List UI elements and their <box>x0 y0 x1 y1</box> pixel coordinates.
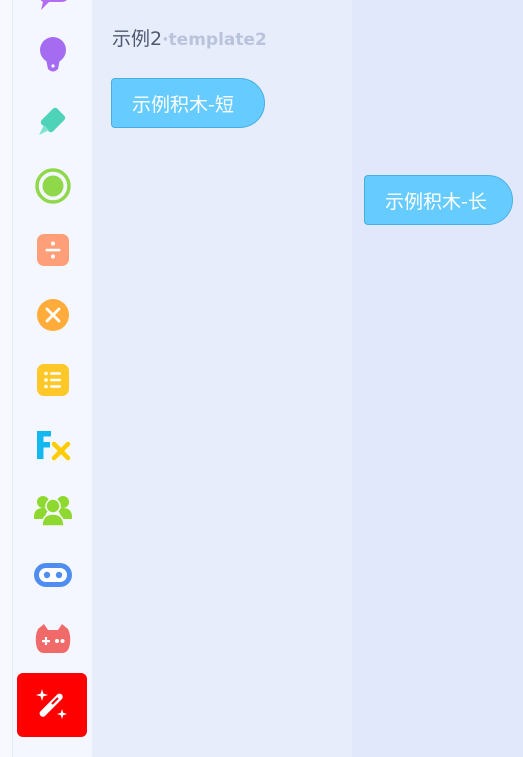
category-extensions[interactable] <box>17 673 87 737</box>
category-events[interactable] <box>13 158 92 214</box>
function-fx-icon <box>36 431 70 461</box>
category-math[interactable] <box>13 287 92 343</box>
list-icon <box>36 364 69 396</box>
times-icon <box>36 299 69 331</box>
magic-wand-icon <box>36 689 67 719</box>
chat-bubble-icon <box>40 0 67 10</box>
category-game[interactable] <box>13 611 92 667</box>
radio-target-icon <box>34 168 71 204</box>
category-robot[interactable] <box>13 547 92 603</box>
category-looks[interactable] <box>13 27 92 83</box>
category-multiplayer[interactable] <box>13 482 92 538</box>
category-functions[interactable] <box>13 417 92 473</box>
pencil-icon <box>38 107 65 135</box>
category-rail <box>13 0 92 757</box>
left-edge-strip <box>0 0 13 757</box>
example-block-long[interactable]: 示例积木-长 <box>364 175 513 225</box>
robot-icon <box>33 563 72 587</box>
workspace[interactable] <box>352 0 523 757</box>
category-pen[interactable] <box>13 93 92 149</box>
flyout-title: 示例2·template2 <box>112 24 267 51</box>
users-icon <box>33 496 72 527</box>
category-chat[interactable] <box>13 0 92 30</box>
division-icon <box>36 234 69 266</box>
flyout-title-template: ·template2 <box>162 30 267 50</box>
flyout-title-name: 示例2 <box>112 28 163 50</box>
example-block-short[interactable]: 示例积木-短 <box>111 78 265 128</box>
category-lists[interactable] <box>13 352 92 408</box>
gamepad-icon <box>35 624 70 653</box>
category-operators[interactable] <box>13 222 92 278</box>
lightbulb-icon <box>39 37 66 72</box>
